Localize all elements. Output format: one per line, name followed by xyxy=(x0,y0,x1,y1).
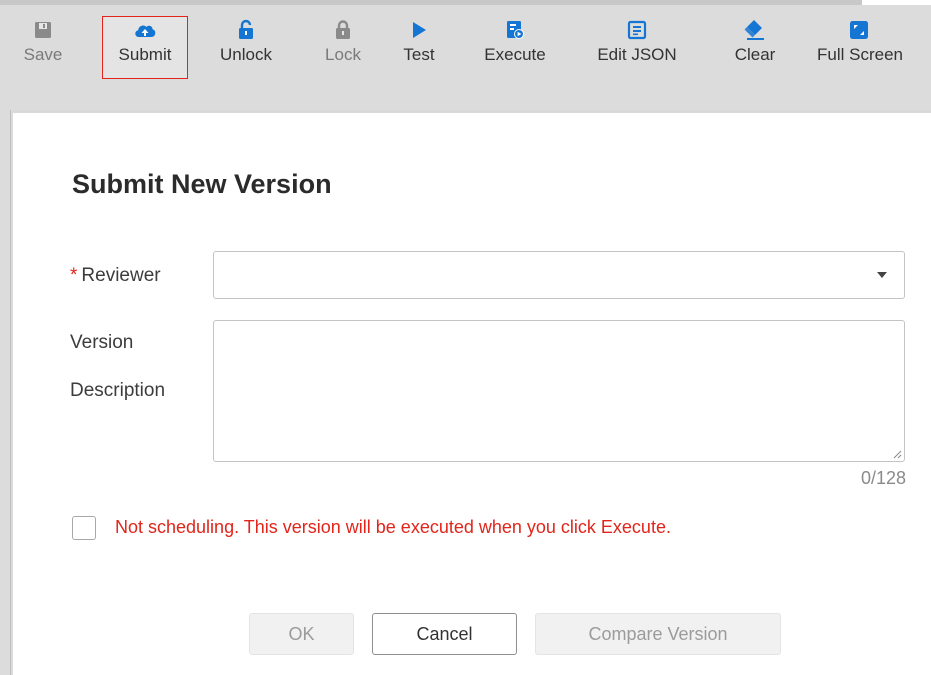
description-label: Description xyxy=(70,380,166,401)
floppy-icon xyxy=(34,17,52,43)
lock-button[interactable]: Lock xyxy=(314,17,372,77)
required-asterisk: * xyxy=(70,265,78,286)
clear-label: Clear xyxy=(734,45,776,64)
edit-json-icon xyxy=(627,17,647,43)
clear-button[interactable]: Clear xyxy=(726,17,784,77)
unlock-icon xyxy=(236,17,256,43)
char-counter: 0/128 xyxy=(860,468,906,488)
reviewer-label-text: Reviewer xyxy=(81,265,161,286)
test-button[interactable]: Test xyxy=(394,17,444,77)
chevron-down-icon xyxy=(877,272,887,278)
execute-button[interactable]: Execute xyxy=(470,17,560,77)
dialog-title: Submit New Version xyxy=(72,169,332,199)
save-label: Save xyxy=(23,45,63,64)
lock-icon xyxy=(333,17,353,43)
left-panel-edge xyxy=(0,110,13,675)
submit-button[interactable]: Submit xyxy=(102,16,188,79)
cancel-button[interactable]: Cancel xyxy=(372,613,517,655)
submit-version-dialog: Submit New Version * Reviewer Version Des… xyxy=(13,113,931,675)
submit-label: Submit xyxy=(118,45,172,64)
play-icon xyxy=(410,17,428,43)
edit-json-button[interactable]: Edit JSON xyxy=(586,17,688,77)
reviewer-select[interactable] xyxy=(213,251,905,299)
ok-button[interactable]: OK xyxy=(249,613,354,655)
not-scheduling-checkbox[interactable] xyxy=(72,516,96,540)
version-description-input[interactable] xyxy=(213,320,905,462)
save-button[interactable]: Save xyxy=(18,17,68,77)
execute-label: Execute xyxy=(484,45,546,64)
version-label: Version xyxy=(70,332,134,353)
eraser-icon xyxy=(743,17,767,43)
compare-version-button[interactable]: Compare Version xyxy=(535,613,781,655)
not-scheduling-label[interactable]: Not scheduling. This version will be exe… xyxy=(115,517,671,538)
fullscreen-label: Full Screen xyxy=(817,45,903,64)
execute-icon xyxy=(505,17,525,43)
resize-grip-icon[interactable] xyxy=(892,449,902,459)
cloud-upload-icon xyxy=(133,17,157,43)
edit-json-label: Edit JSON xyxy=(597,45,677,64)
lock-label: Lock xyxy=(325,45,361,64)
toolbar: Save Submit Unlock Lock Test Execute Edi… xyxy=(0,5,931,110)
fullscreen-icon xyxy=(815,17,869,43)
unlock-button[interactable]: Unlock xyxy=(208,17,284,77)
reviewer-label: * Reviewer xyxy=(70,265,161,287)
fullscreen-button[interactable]: Full Screen xyxy=(815,17,931,77)
test-label: Test xyxy=(403,45,435,64)
unlock-label: Unlock xyxy=(220,45,272,64)
